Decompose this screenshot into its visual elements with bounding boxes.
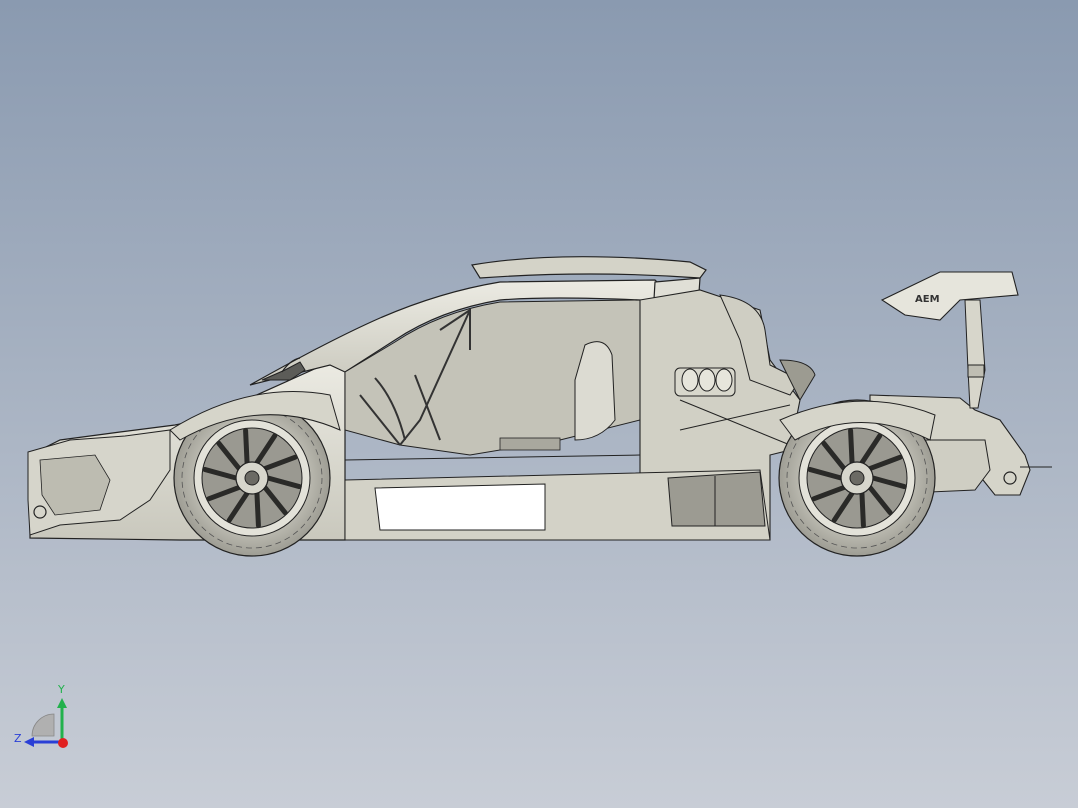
triad-y-arrowhead xyxy=(57,698,67,708)
center-console xyxy=(499,437,561,451)
wing-badge: AEM xyxy=(915,294,940,305)
triad-z-arrowhead xyxy=(24,737,34,747)
triad-y-label: Y xyxy=(58,683,65,696)
rear-wing-endplate xyxy=(880,271,1019,321)
wheel-spoke xyxy=(848,427,855,466)
wheel-spoke xyxy=(859,490,866,529)
rear-wing-stand xyxy=(964,299,986,409)
triad-z-label: Z xyxy=(14,732,22,745)
rear-side-intake xyxy=(667,471,766,527)
orientation-triad[interactable]: Y Z xyxy=(10,684,80,754)
3d-viewport[interactable]: AEM Y Z xyxy=(0,0,1078,808)
triad-x-axis-dot xyxy=(58,738,68,748)
front-intake xyxy=(39,454,111,516)
wheel-spoke xyxy=(243,427,250,466)
wing-mount-block xyxy=(967,364,985,378)
roof-spoiler xyxy=(471,256,707,279)
side-window-panel xyxy=(374,483,546,531)
triad-view-cone xyxy=(31,713,55,737)
side-panel-crease xyxy=(344,454,641,461)
car-model[interactable]: AEM xyxy=(0,0,1078,808)
wheel-spoke xyxy=(254,490,261,529)
